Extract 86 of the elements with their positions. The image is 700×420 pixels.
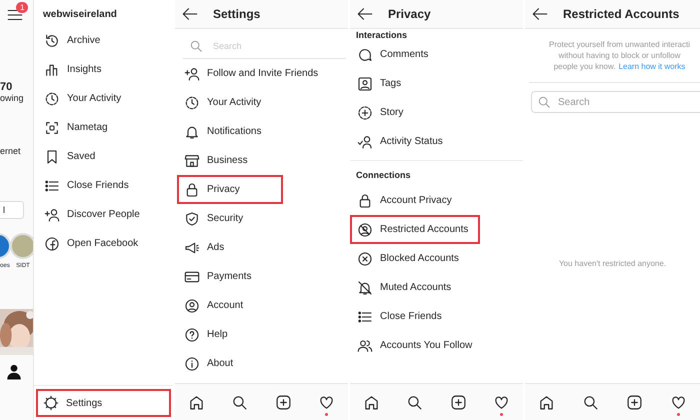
bio-text: ernet (0, 146, 21, 156)
profile-button[interactable]: l (0, 201, 24, 219)
search-field[interactable]: Search (531, 91, 700, 113)
menu-item[interactable]: Story (350, 98, 480, 127)
menu-item[interactable]: Payments (177, 262, 283, 291)
home-icon[interactable] (363, 394, 380, 410)
description-text: Protect yourself from unwanted interacti (549, 39, 690, 50)
new-post-icon[interactable] (450, 394, 467, 410)
menu-item[interactable]: Activity Status (350, 127, 480, 156)
clock-icon (184, 94, 200, 110)
help-icon (184, 326, 200, 342)
menu-item[interactable]: Insights (37, 55, 173, 84)
new-post-icon[interactable] (626, 394, 643, 410)
heart-icon[interactable] (670, 394, 687, 410)
menu-item[interactable]: Ads (177, 233, 283, 262)
history-icon (44, 32, 60, 48)
menu-item[interactable]: Security (177, 204, 283, 233)
heart-icon[interactable] (492, 394, 510, 410)
list-icon (357, 308, 373, 324)
menu-item[interactable]: About (177, 349, 283, 378)
comment-icon (357, 46, 373, 62)
scan-frame-icon (44, 120, 60, 136)
add-person-icon (44, 206, 60, 222)
stat-count: 70 (0, 81, 12, 93)
section-heading: Connections (355, 169, 412, 182)
menu-item[interactable]: Archive (37, 26, 173, 55)
menu-item[interactable]: Help (177, 320, 283, 349)
shield-icon (184, 210, 200, 226)
restricted-icon (357, 222, 373, 238)
menu-item[interactable]: Muted Accounts (350, 273, 480, 302)
screen-title: Restricted Accounts (563, 7, 680, 21)
menu-item[interactable]: Blocked Accounts (350, 244, 480, 273)
heart-icon[interactable] (318, 394, 335, 410)
menu-item[interactable]: Your Activity (177, 88, 283, 117)
menu-item[interactable]: Close Friends (37, 171, 173, 200)
search-icon (189, 39, 203, 53)
menu-item[interactable]: Business (177, 146, 283, 175)
account-icon (184, 298, 200, 314)
screen-title: Settings (213, 7, 260, 21)
lock-icon (184, 182, 200, 198)
menu-item[interactable]: Privacy (177, 175, 283, 204)
notification-badge: 1 (16, 2, 28, 13)
description-text: people you know. (554, 61, 616, 72)
menu-item[interactable]: Discover People (37, 200, 173, 229)
info-icon (184, 356, 200, 372)
search-icon[interactable] (406, 394, 424, 410)
empty-message: You haven't restricted anyone. (558, 258, 666, 268)
menu-item[interactable]: Account Privacy (350, 186, 480, 215)
block-icon (357, 250, 373, 266)
story-add-icon (357, 104, 373, 120)
store-icon (184, 152, 200, 168)
menu-item[interactable]: Tags (350, 69, 480, 98)
lock-icon (357, 192, 373, 208)
menu-item[interactable]: Settings (36, 389, 171, 417)
add-person-icon (184, 66, 200, 82)
search-icon[interactable] (582, 394, 600, 410)
list-icon (44, 178, 60, 194)
check-person-icon (357, 134, 373, 150)
menu-item[interactable]: Account (177, 291, 283, 320)
menu-item[interactable]: Notifications (177, 117, 283, 146)
menu-item[interactable]: Saved (37, 142, 173, 171)
home-icon[interactable] (538, 394, 556, 410)
menu-item[interactable]: Your Activity (37, 84, 173, 113)
menu-item[interactable]: Nametag (37, 113, 173, 142)
menu-item[interactable]: Accounts You Follow (350, 331, 480, 360)
stat-label: owing (0, 93, 24, 103)
people-icon (357, 338, 373, 354)
profile-icon[interactable] (5, 363, 23, 381)
clock-icon (44, 90, 60, 106)
description-text: without having to block or unfollow (558, 50, 680, 61)
menu-item[interactable]: Open Facebook (37, 229, 173, 258)
new-post-icon[interactable] (274, 394, 292, 410)
menu-item[interactable]: Comments (350, 40, 480, 69)
menu-item[interactable]: Follow and Invite Friends (177, 59, 326, 88)
search-icon[interactable] (231, 394, 248, 410)
settings-icon (43, 395, 59, 411)
muted-bell-icon (357, 280, 373, 296)
search-icon (537, 95, 551, 109)
facebook-icon (44, 236, 60, 252)
username: webwiseireland (42, 8, 118, 22)
home-icon[interactable] (188, 394, 206, 410)
section-heading: Interactions (355, 29, 408, 40)
screen-title: Privacy (388, 7, 431, 21)
menu-item[interactable]: Close Friends (350, 302, 480, 331)
tag-person-icon (357, 76, 373, 92)
menu-item[interactable]: Restricted Accounts (350, 215, 480, 244)
